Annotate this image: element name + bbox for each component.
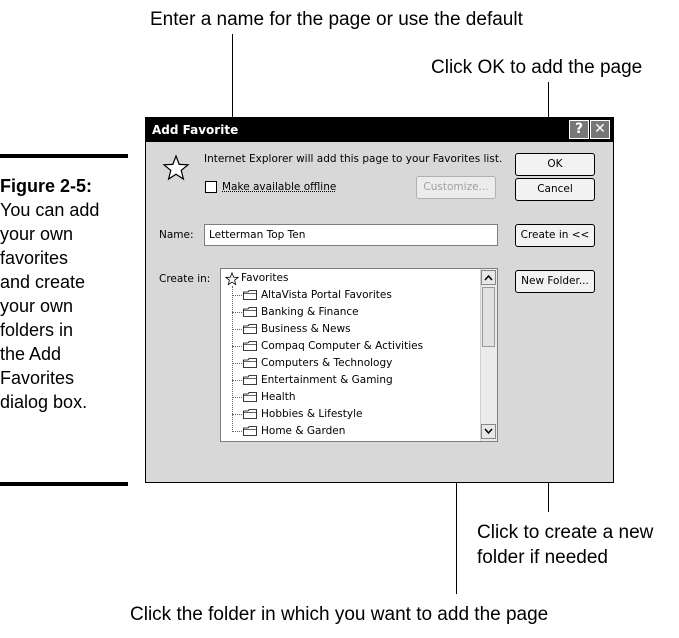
caption-line: and create bbox=[0, 272, 86, 292]
caption-line: dialog box. bbox=[0, 392, 88, 412]
callout-click-folder: Click the folder in which you want to ad… bbox=[130, 604, 549, 625]
name-input[interactable]: Letterman Top Ten bbox=[204, 224, 498, 246]
callout-click-ok: Click OK to add the page bbox=[431, 57, 643, 78]
folder-icon bbox=[243, 290, 257, 300]
tree-item-label: Health bbox=[261, 391, 296, 403]
make-offline-label[interactable]: Make available offline bbox=[222, 180, 336, 194]
customize-button[interactable]: Customize... bbox=[416, 176, 496, 199]
tree-connector bbox=[232, 312, 242, 313]
tree-item-label: Entertainment & Gaming bbox=[261, 374, 393, 386]
tree-connector bbox=[232, 397, 242, 398]
callout-new-folder-line1: Click to create a new bbox=[477, 522, 654, 543]
caption-line: the Add bbox=[0, 344, 62, 364]
folder-tree[interactable]: Favorites AltaVista Portal Favorites Ban… bbox=[220, 268, 498, 442]
caption-line: your own bbox=[0, 296, 74, 316]
caption-rule-bottom bbox=[0, 482, 128, 486]
dialog-title: Add Favorite bbox=[152, 123, 239, 137]
callout-new-folder-line2: folder if needed bbox=[477, 547, 608, 568]
tree-item-label: Business & News bbox=[261, 323, 351, 335]
cancel-button[interactable]: Cancel bbox=[515, 178, 595, 201]
folder-icon bbox=[243, 375, 257, 385]
tree-connector bbox=[232, 431, 242, 432]
caption-line: your own bbox=[0, 224, 74, 244]
folder-icon bbox=[243, 307, 257, 317]
caption-line: You can add bbox=[0, 200, 100, 220]
figure-number: Figure 2-5: bbox=[0, 176, 93, 196]
caption-line: Favorites bbox=[0, 368, 75, 388]
chevron-up-icon bbox=[484, 274, 493, 281]
dialog-client: Internet Explorer will add this page to … bbox=[146, 142, 613, 482]
tree-item-label: Home & Garden bbox=[261, 425, 346, 437]
scroll-up-button[interactable] bbox=[481, 270, 496, 285]
folder-icon bbox=[243, 426, 257, 436]
figure-caption: Figure 2-5: You can add your own favorit… bbox=[0, 174, 128, 414]
tree-item-label: AltaVista Portal Favorites bbox=[261, 289, 392, 301]
favorites-star-icon bbox=[225, 272, 239, 286]
tree-connector bbox=[232, 286, 233, 432]
close-button[interactable]: ✕ bbox=[590, 120, 610, 139]
tree-item-label: Hobbies & Lifestyle bbox=[261, 408, 363, 420]
folder-icon bbox=[243, 358, 257, 368]
folder-icon bbox=[243, 341, 257, 351]
create-in-button[interactable]: Create in << bbox=[515, 224, 595, 247]
caption-rule-top bbox=[0, 154, 128, 158]
caption-line: folders in bbox=[0, 320, 74, 340]
tree-item-label: Banking & Finance bbox=[261, 306, 359, 318]
add-favorite-dialog: Add Favorite ? ✕ Internet Explorer will … bbox=[145, 117, 614, 483]
favorites-star-icon bbox=[162, 154, 190, 181]
create-in-label: Create in: bbox=[159, 273, 211, 285]
dialog-message: Internet Explorer will add this page to … bbox=[204, 153, 503, 165]
folder-icon bbox=[243, 409, 257, 419]
tree-connector bbox=[232, 295, 242, 296]
folder-icon bbox=[243, 392, 257, 402]
caption-line: favorites bbox=[0, 248, 69, 268]
new-folder-button[interactable]: New Folder... bbox=[515, 270, 595, 293]
scroll-down-button[interactable] bbox=[481, 424, 496, 439]
scrollbar-thumb[interactable] bbox=[482, 287, 495, 347]
tree-connector bbox=[232, 346, 242, 347]
chevron-down-icon bbox=[484, 428, 493, 435]
tree-item-label: Favorites bbox=[241, 272, 289, 284]
folder-icon bbox=[243, 324, 257, 334]
tree-connector bbox=[232, 380, 242, 381]
callout-enter-name: Enter a name for the page or use the def… bbox=[150, 9, 523, 30]
tree-connector bbox=[232, 329, 242, 330]
tree-connector bbox=[232, 414, 242, 415]
dialog-titlebar[interactable]: Add Favorite ? ✕ bbox=[146, 118, 613, 142]
ok-button[interactable]: OK bbox=[515, 153, 595, 176]
help-button[interactable]: ? bbox=[569, 120, 589, 139]
make-offline-checkbox[interactable] bbox=[205, 181, 217, 193]
name-label: Name: bbox=[159, 229, 194, 241]
tree-item-label: Computers & Technology bbox=[261, 357, 393, 369]
tree-connector bbox=[232, 363, 242, 364]
tree-item-label: Compaq Computer & Activities bbox=[261, 340, 424, 352]
tree-scrollbar[interactable] bbox=[480, 269, 497, 441]
